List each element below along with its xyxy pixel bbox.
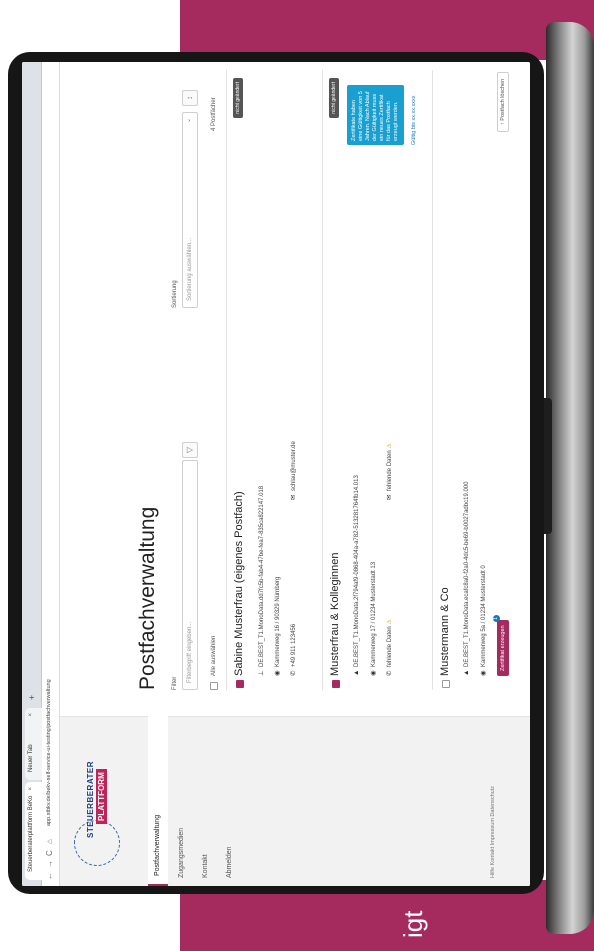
- warning-icon: ⚠: [387, 443, 393, 449]
- id-icon: ⊥: [258, 670, 265, 676]
- mail-icon: ✉: [386, 494, 393, 500]
- home-icon[interactable]: ⌂: [45, 839, 54, 844]
- logo-text: PLATTFORM: [96, 769, 107, 824]
- notification-badge: 1: [493, 615, 500, 622]
- filter-icon[interactable]: ▽: [182, 442, 198, 458]
- sidebar-item-abmelden[interactable]: Abmelden: [220, 716, 240, 886]
- certificate-tooltip: Zertifikate haben eine Gültigkeit von 5 …: [347, 85, 404, 145]
- status-badge: nicht geändert: [329, 78, 339, 118]
- close-icon[interactable]: ×: [28, 713, 34, 717]
- phone-icon: ✆: [386, 670, 393, 676]
- sidebar-item-postfachverwaltung[interactable]: Postfachverwaltung: [148, 716, 168, 886]
- postfach-id: ▲DE.BEST_T1.MonoData.ecafc8a0-f2a0-4dc5-…: [463, 481, 470, 676]
- new-tab-icon[interactable]: +: [27, 695, 37, 700]
- back-icon[interactable]: ←: [45, 872, 54, 880]
- postfach-card: Musterfrau & Kolleginnen nicht geändert …: [322, 70, 422, 690]
- postfach-id: ⊥DE.BEST_T1.MonoData.dd7fc5b-fab4-47be-f…: [258, 485, 265, 676]
- tab-title: Steuerberaterplattform BeKo: [28, 795, 34, 872]
- postfach-address: ◉Kammerweg 16 / 90329 Nürnberg: [274, 576, 281, 676]
- tab-title: Neuer Tab: [28, 744, 34, 772]
- warning-icon: ⚠: [387, 619, 393, 625]
- logo: STEUERBERATER PLATTFORM: [72, 728, 124, 874]
- forward-icon[interactable]: →: [45, 860, 54, 868]
- reload-icon[interactable]: C: [45, 850, 54, 856]
- validity-link[interactable]: Gültig bis xx.xx.xxxx: [411, 95, 417, 145]
- card-title: Sabine Musterfrau (eigenes Postfach): [233, 491, 245, 676]
- magenta-band-top: [180, 0, 594, 60]
- postfach-email: ✉fehlende Daten ⚠: [386, 443, 393, 500]
- postfach-phone: ✆+49 911 123456: [290, 623, 297, 676]
- select-all-label: Alle auswählen: [211, 635, 217, 676]
- url-field[interactable]: app.stbkv.de/bekv-self-service-ui-testin…: [46, 679, 52, 826]
- card-title: Mustermann & Co: [439, 587, 451, 676]
- laptop-base: [546, 22, 594, 934]
- filter-label: Filter: [172, 676, 178, 690]
- network-logo-icon: [74, 820, 120, 866]
- postfach-phone: ✆fehlende Daten ⚠: [386, 619, 393, 676]
- phone-icon: ✆: [290, 670, 297, 676]
- browser-tab-bar: Steuerberaterplattform BeKo × Neuer Tab …: [22, 62, 42, 886]
- sort-select[interactable]: Sortierung auswählen... ⌄: [182, 112, 198, 308]
- laptop-screen: Steuerberaterplattform BeKo × Neuer Tab …: [22, 62, 530, 886]
- location-pin-icon: ◉: [370, 670, 377, 676]
- chevron-down-icon: ⌄: [186, 118, 192, 124]
- main-content: Postfachverwaltung Filter Filterbegriff …: [60, 62, 530, 716]
- postfach-email: ✉schlau@muster.de: [290, 441, 297, 500]
- page-title: Postfachverwaltung: [136, 506, 159, 690]
- footer-links[interactable]: Hilfe Kontakt Impressum Datenschutz: [490, 786, 496, 878]
- marketing-stage: igt Steuerberaterplattform BeKo × Neuer …: [0, 0, 594, 951]
- card-checkbox[interactable]: [236, 680, 244, 688]
- sidebar: STEUERBERATER PLATTFORM Postfachverwaltu…: [60, 716, 530, 886]
- lock-icon: ▲: [463, 669, 470, 676]
- sort-label: Sortierung: [172, 280, 178, 308]
- browser-tab-new[interactable]: Neuer Tab ×: [25, 708, 42, 780]
- filter-input[interactable]: Filterbegriff eingeben...: [182, 460, 198, 690]
- mail-icon: ✉: [290, 494, 297, 500]
- sort-placeholder: Sortierung auswählen...: [187, 237, 193, 301]
- postfach-address: ◉Kammerweg 5a / 01234 Musterstadt 0: [480, 565, 487, 676]
- delete-postfach-button[interactable]: ↑ Postfach löschen: [497, 71, 509, 132]
- caption-text: igt: [398, 910, 428, 938]
- card-checkbox[interactable]: [332, 680, 340, 688]
- select-all-checkbox[interactable]: [210, 682, 218, 690]
- sort-direction-icon[interactable]: ↕: [182, 90, 198, 106]
- browser-tab-platform[interactable]: Steuerberaterplattform BeKo ×: [25, 782, 42, 880]
- sidebar-item-zugangsmedien[interactable]: Zugangsmedien: [172, 716, 192, 886]
- card-checkbox[interactable]: [442, 680, 450, 688]
- postfach-count: 4 Postfächer: [211, 97, 217, 131]
- status-badge: nicht geändert: [233, 78, 243, 118]
- app-window: Steuerberaterplattform BeKo × Neuer Tab …: [22, 62, 530, 886]
- postfach-card: Sabine Musterfrau (eigenes Postfach) nic…: [226, 70, 312, 690]
- logo-text: STEUERBERATER: [86, 760, 95, 838]
- lock-icon: ▲: [353, 669, 360, 676]
- postfach-card: Mustermann & Co ▲DE.BEST_T1.MonoData.eca…: [432, 70, 530, 690]
- card-title: Musterfrau & Kolleginnen: [329, 552, 341, 676]
- close-icon[interactable]: ×: [28, 787, 34, 791]
- location-pin-icon: ◉: [274, 670, 281, 676]
- create-certificate-button[interactable]: Zertifikat erzeugen: [497, 620, 509, 676]
- sidebar-item-kontakt[interactable]: Kontakt: [196, 716, 216, 886]
- location-pin-icon: ◉: [480, 670, 487, 676]
- postfach-id: ▲DE.BEST_T1.MonoData.2f794af9-0868-404a-…: [353, 475, 360, 676]
- address-bar: ← → C ⌂ app.stbkv.de/bekv-self-service-u…: [42, 62, 60, 886]
- postfach-address: ◉Kammerweg 17 / 01234 Musterstadt 13: [370, 561, 377, 676]
- upload-icon: ↑: [500, 122, 506, 125]
